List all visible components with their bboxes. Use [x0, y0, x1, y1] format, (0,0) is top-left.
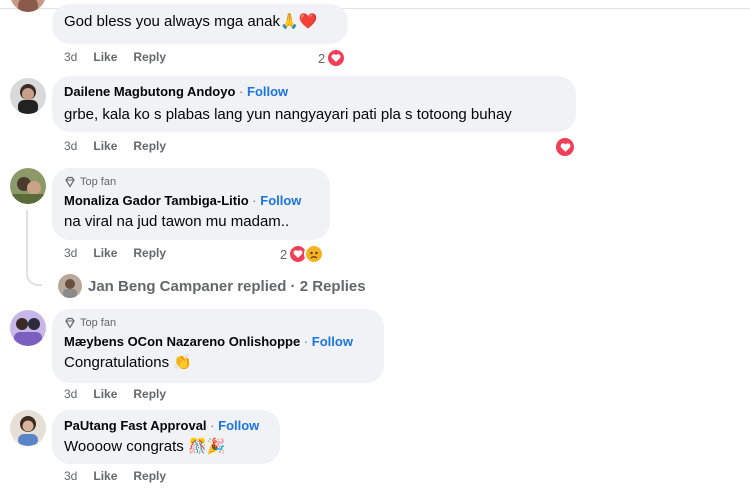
reaction-count: 2 [318, 50, 326, 66]
reply-button[interactable]: Reply [133, 246, 166, 260]
comment-bubble: God bless you always mga anak🙏❤️ [52, 4, 348, 44]
reply-button[interactable]: Reply [133, 469, 166, 483]
reaction-summary[interactable] [553, 136, 576, 158]
reply-button[interactable]: Reply [133, 387, 166, 401]
comment-text: na viral na jud tawon mu madam.. [64, 213, 290, 230]
comment-text: Woooow congrats 🎊🎉 [64, 438, 226, 455]
comment-author-line: PaUtang Fast Approval · Follow [64, 418, 268, 434]
like-button[interactable]: Like [93, 139, 117, 153]
top-fan-badge: Top fan [64, 175, 318, 189]
comment-time[interactable]: 3d [64, 469, 77, 483]
avatar[interactable] [10, 0, 46, 12]
comment-bubble: Top fan Mæybens OCon Nazareno Onlishoppe… [52, 309, 384, 383]
follow-button[interactable]: Follow [312, 334, 353, 349]
comment-text: God bless you always mga anak🙏❤️ [64, 13, 318, 30]
heart-icon [326, 48, 347, 68]
follow-button[interactable]: Follow [247, 84, 288, 99]
avatar[interactable] [10, 310, 46, 346]
like-button[interactable]: Like [93, 246, 117, 260]
thread-line [26, 210, 28, 272]
top-fan-label: Top fan [80, 317, 117, 329]
comment-text: grbe, kala ko s plabas lang yun nangyaya… [64, 106, 512, 123]
diamond-icon [65, 317, 75, 329]
comment-author-line: Mæybens OCon Nazareno Onlishoppe · Follo… [64, 334, 372, 350]
comment-author-line: Dailene Magbutong Andoyo · Follow [64, 84, 564, 100]
comment-time[interactable]: 3d [64, 387, 77, 401]
avatar[interactable] [10, 78, 46, 114]
like-button[interactable]: Like [93, 50, 117, 64]
reaction-count: 2 [280, 246, 288, 262]
view-replies-link[interactable]: Jan Beng Campaner replied · 2 Replies [58, 274, 366, 298]
avatar [58, 274, 82, 298]
comment-time[interactable]: 3d [64, 50, 77, 64]
comment-author-line: Monaliza Gador Tambiga-Litio · Follow [64, 193, 318, 209]
like-button[interactable]: Like [93, 469, 117, 483]
replies-summary: Jan Beng Campaner replied · 2 Replies [88, 277, 366, 295]
follow-button[interactable]: Follow [260, 193, 301, 208]
separator: · [239, 84, 244, 99]
separator: · [210, 418, 215, 433]
comment-actions: 3d Like Reply [64, 246, 166, 260]
comment-bubble: Dailene Magbutong Andoyo · Follow grbe, … [52, 76, 576, 132]
author-name[interactable]: Mæybens OCon Nazareno Onlishoppe [64, 334, 300, 349]
heart-icon [554, 136, 576, 158]
avatar[interactable] [10, 168, 46, 204]
sad-face-icon [304, 244, 325, 264]
comment-bubble: Top fan Monaliza Gador Tambiga-Litio · F… [52, 168, 330, 240]
comment-bubble: PaUtang Fast Approval · Follow Woooow co… [52, 410, 280, 464]
top-fan-badge: Top fan [64, 316, 372, 330]
top-fan-label: Top fan [80, 176, 117, 188]
author-name[interactable]: PaUtang Fast Approval [64, 418, 207, 433]
author-name[interactable]: Dailene Magbutong Andoyo [64, 84, 235, 99]
comment-time[interactable]: 3d [64, 139, 77, 153]
avatar[interactable] [10, 410, 46, 446]
comment-time[interactable]: 3d [64, 246, 77, 260]
comment-actions: 3d Like Reply [64, 50, 166, 64]
reaction-summary[interactable]: 2 [318, 48, 347, 68]
like-button[interactable]: Like [93, 387, 117, 401]
separator: · [303, 334, 309, 349]
comment-text: Congratulations 👏 [64, 354, 192, 371]
comment-actions: 3d Like Reply [64, 387, 166, 401]
reaction-summary[interactable]: 2 [280, 244, 325, 264]
reply-button[interactable]: Reply [133, 139, 166, 153]
author-name[interactable]: Monaliza Gador Tambiga-Litio [64, 193, 249, 208]
diamond-icon [65, 176, 75, 188]
reply-button[interactable]: Reply [133, 50, 166, 64]
separator: · [252, 193, 257, 208]
comment-actions: 3d Like Reply [64, 469, 166, 483]
comment-actions: 3d Like Reply [64, 139, 166, 153]
follow-button[interactable]: Follow [218, 418, 259, 433]
thread-connector [26, 270, 42, 286]
